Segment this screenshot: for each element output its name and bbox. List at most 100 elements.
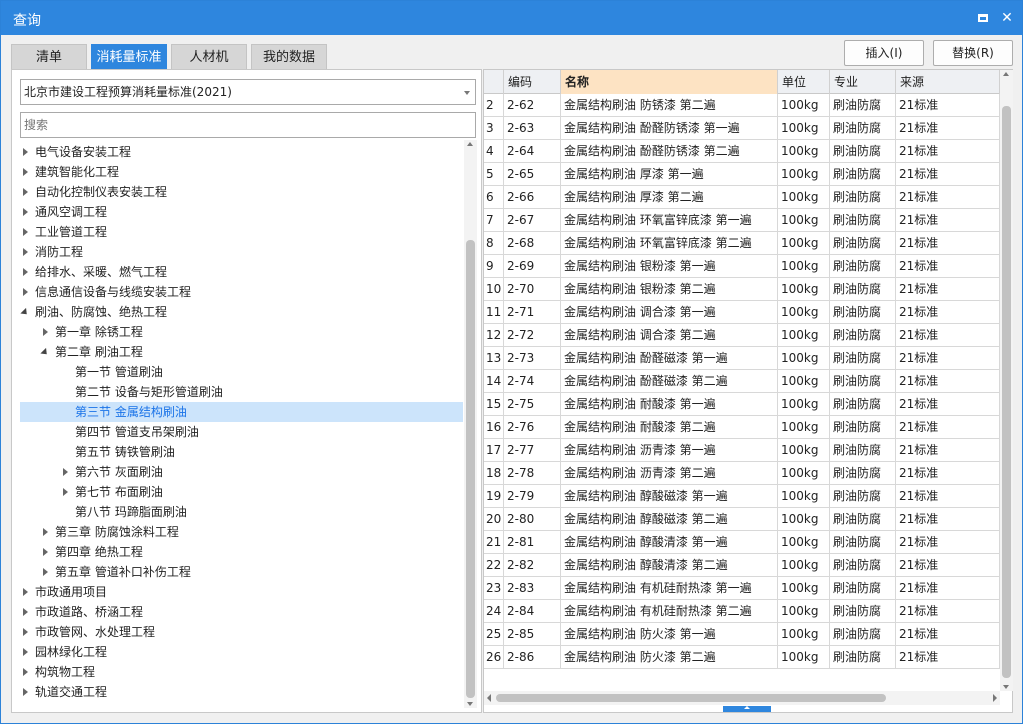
grid-vscroll-thumb[interactable] bbox=[1002, 106, 1011, 678]
table-row[interactable]: 16 2-76 金属结构刷油 耐酸漆 第二遍 100kg 刷油防腐 21标准 bbox=[484, 416, 1000, 439]
collapsed-arrow-icon[interactable] bbox=[21, 682, 31, 702]
table-row[interactable]: 8 2-68 金属结构刷油 环氧富锌底漆 第二遍 100kg 刷油防腐 21标准 bbox=[484, 232, 1000, 255]
tree-node[interactable]: 市政道路、桥涵工程 bbox=[20, 602, 463, 622]
table-row[interactable]: 15 2-75 金属结构刷油 耐酸漆 第一遍 100kg 刷油防腐 21标准 bbox=[484, 393, 1000, 416]
table-row[interactable]: 7 2-67 金属结构刷油 环氧富锌底漆 第一遍 100kg 刷油防腐 21标准 bbox=[484, 209, 1000, 232]
table-row[interactable]: 2 2-62 金属结构刷油 防锈漆 第二遍 100kg 刷油防腐 21标准 bbox=[484, 94, 1000, 117]
collapsed-arrow-icon[interactable] bbox=[41, 322, 51, 342]
tree-node[interactable]: 第七节 布面刷油 bbox=[20, 482, 463, 502]
tree-scrollbar[interactable] bbox=[464, 140, 477, 708]
table-row[interactable]: 23 2-83 金属结构刷油 有机硅耐热漆 第一遍 100kg 刷油防腐 21标准 bbox=[484, 577, 1000, 600]
tree-scroll-thumb[interactable] bbox=[466, 240, 475, 698]
panel-splitter-handle[interactable] bbox=[723, 706, 771, 712]
table-row[interactable]: 19 2-79 金属结构刷油 醇酸磁漆 第一遍 100kg 刷油防腐 21标准 bbox=[484, 485, 1000, 508]
replace-button[interactable]: 替换(R) bbox=[933, 40, 1013, 66]
tree-node[interactable]: 构筑物工程 bbox=[20, 662, 463, 682]
tree-node[interactable]: 园林绿化工程 bbox=[20, 642, 463, 662]
tree-node[interactable]: 信息通信设备与线缆安装工程 bbox=[20, 282, 463, 302]
tree-node[interactable]: 第六节 灰面刷油 bbox=[20, 462, 463, 482]
expanded-arrow-icon[interactable] bbox=[41, 342, 51, 362]
tree-node[interactable]: 市政管网、水处理工程 bbox=[20, 622, 463, 642]
collapsed-arrow-icon[interactable] bbox=[61, 462, 71, 482]
tree-node[interactable]: 市政通用项目 bbox=[20, 582, 463, 602]
collapsed-arrow-icon[interactable] bbox=[21, 202, 31, 222]
tree-node[interactable]: 轨道交通工程 bbox=[20, 682, 463, 702]
tree-node[interactable]: 第四章 绝热工程 bbox=[20, 542, 463, 562]
table-row[interactable]: 5 2-65 金属结构刷油 厚漆 第一遍 100kg 刷油防腐 21标准 bbox=[484, 163, 1000, 186]
tree-node[interactable]: 建筑智能化工程 bbox=[20, 162, 463, 182]
table-row[interactable]: 24 2-84 金属结构刷油 有机硅耐热漆 第二遍 100kg 刷油防腐 21标准 bbox=[484, 600, 1000, 623]
tab-consumption-standard[interactable]: 消耗量标准 bbox=[91, 44, 167, 70]
collapsed-arrow-icon[interactable] bbox=[21, 262, 31, 282]
grid-vertical-scrollbar[interactable] bbox=[1000, 70, 1013, 691]
title-bar[interactable]: 查询 ✕ bbox=[1, 1, 1022, 35]
collapsed-arrow-icon[interactable] bbox=[41, 522, 51, 542]
table-row[interactable]: 10 2-70 金属结构刷油 银粉漆 第二遍 100kg 刷油防腐 21标准 bbox=[484, 278, 1000, 301]
tree-node[interactable]: 第二章 刷油工程 bbox=[20, 342, 463, 362]
collapsed-arrow-icon[interactable] bbox=[21, 182, 31, 202]
collapsed-arrow-icon[interactable] bbox=[21, 642, 31, 662]
column-header[interactable]: 编码 bbox=[504, 70, 561, 94]
tab-my-data[interactable]: 我的数据 bbox=[251, 44, 327, 70]
tree-node[interactable]: 第五章 管道补口补伤工程 bbox=[20, 562, 463, 582]
search-input[interactable] bbox=[20, 112, 476, 138]
collapsed-arrow-icon[interactable] bbox=[21, 622, 31, 642]
tree-node[interactable]: 第三节 金属结构刷油 bbox=[20, 402, 463, 422]
tree-node[interactable]: 第四节 管道支吊架刷油 bbox=[20, 422, 463, 442]
table-row[interactable]: 9 2-69 金属结构刷油 银粉漆 第一遍 100kg 刷油防腐 21标准 bbox=[484, 255, 1000, 278]
tree-node[interactable]: 电气设备安装工程 bbox=[20, 142, 463, 162]
tree-node[interactable]: 自动化控制仪表安装工程 bbox=[20, 182, 463, 202]
tree-node[interactable]: 消防工程 bbox=[20, 242, 463, 262]
scroll-left-icon[interactable] bbox=[487, 694, 491, 702]
scroll-right-icon[interactable] bbox=[993, 694, 997, 702]
tree-node[interactable]: 刷油、防腐蚀、绝热工程 bbox=[20, 302, 463, 322]
collapsed-arrow-icon[interactable] bbox=[61, 482, 71, 502]
table-row[interactable]: 18 2-78 金属结构刷油 沥青漆 第二遍 100kg 刷油防腐 21标准 bbox=[484, 462, 1000, 485]
tree-node[interactable]: 第一节 管道刷油 bbox=[20, 362, 463, 382]
column-header[interactable]: 名称 bbox=[561, 70, 778, 94]
column-header[interactable] bbox=[484, 70, 504, 94]
table-row[interactable]: 12 2-72 金属结构刷油 调合漆 第二遍 100kg 刷油防腐 21标准 bbox=[484, 324, 1000, 347]
collapsed-arrow-icon[interactable] bbox=[41, 542, 51, 562]
table-row[interactable]: 22 2-82 金属结构刷油 醇酸清漆 第二遍 100kg 刷油防腐 21标准 bbox=[484, 554, 1000, 577]
collapsed-arrow-icon[interactable] bbox=[21, 662, 31, 682]
grid-hscroll-thumb[interactable] bbox=[496, 694, 886, 702]
standard-select[interactable]: 北京市建设工程预算消耗量标准(2021) bbox=[20, 79, 476, 105]
tree-node[interactable]: 第三章 防腐蚀涂料工程 bbox=[20, 522, 463, 542]
grid-horizontal-scrollbar[interactable] bbox=[484, 691, 1000, 705]
collapsed-arrow-icon[interactable] bbox=[21, 242, 31, 262]
table-row[interactable]: 11 2-71 金属结构刷油 调合漆 第一遍 100kg 刷油防腐 21标准 bbox=[484, 301, 1000, 324]
maximize-button[interactable] bbox=[973, 8, 993, 28]
tree-node[interactable]: 给排水、采暖、燃气工程 bbox=[20, 262, 463, 282]
tree-node[interactable]: 第五节 铸铁管刷油 bbox=[20, 442, 463, 462]
tree-node[interactable]: 第八节 玛蹄脂面刷油 bbox=[20, 502, 463, 522]
scroll-down-icon[interactable] bbox=[467, 702, 473, 706]
table-row[interactable]: 17 2-77 金属结构刷油 沥青漆 第一遍 100kg 刷油防腐 21标准 bbox=[484, 439, 1000, 462]
table-row[interactable]: 21 2-81 金属结构刷油 醇酸清漆 第一遍 100kg 刷油防腐 21标准 bbox=[484, 531, 1000, 554]
tree-node[interactable]: 第二节 设备与矩形管道刷油 bbox=[20, 382, 463, 402]
insert-button[interactable]: 插入(I) bbox=[844, 40, 924, 66]
close-icon[interactable]: ✕ bbox=[997, 8, 1017, 28]
scroll-up-icon[interactable] bbox=[1003, 72, 1009, 76]
expanded-arrow-icon[interactable] bbox=[21, 302, 31, 322]
collapsed-arrow-icon[interactable] bbox=[21, 582, 31, 602]
collapsed-arrow-icon[interactable] bbox=[21, 282, 31, 302]
collapsed-arrow-icon[interactable] bbox=[21, 162, 31, 182]
tab-list[interactable]: 清单 bbox=[11, 44, 87, 70]
tree-node[interactable]: 第一章 除锈工程 bbox=[20, 322, 463, 342]
table-row[interactable]: 25 2-85 金属结构刷油 防火漆 第一遍 100kg 刷油防腐 21标准 bbox=[484, 623, 1000, 646]
column-header[interactable]: 单位 bbox=[778, 70, 830, 94]
column-header[interactable]: 来源 bbox=[896, 70, 1000, 94]
collapsed-arrow-icon[interactable] bbox=[21, 222, 31, 242]
table-row[interactable]: 3 2-63 金属结构刷油 酚醛防锈漆 第一遍 100kg 刷油防腐 21标准 bbox=[484, 117, 1000, 140]
tab-labor-material-machine[interactable]: 人材机 bbox=[171, 44, 247, 70]
scroll-down-icon[interactable] bbox=[1003, 685, 1009, 689]
tree-node[interactable]: 工业管道工程 bbox=[20, 222, 463, 242]
collapsed-arrow-icon[interactable] bbox=[21, 602, 31, 622]
scroll-up-icon[interactable] bbox=[467, 142, 473, 146]
table-row[interactable]: 13 2-73 金属结构刷油 酚醛磁漆 第一遍 100kg 刷油防腐 21标准 bbox=[484, 347, 1000, 370]
table-row[interactable]: 26 2-86 金属结构刷油 防火漆 第二遍 100kg 刷油防腐 21标准 bbox=[484, 646, 1000, 669]
table-row[interactable]: 20 2-80 金属结构刷油 醇酸磁漆 第二遍 100kg 刷油防腐 21标准 bbox=[484, 508, 1000, 531]
table-row[interactable]: 4 2-64 金属结构刷油 酚醛防锈漆 第二遍 100kg 刷油防腐 21标准 bbox=[484, 140, 1000, 163]
column-header[interactable]: 专业 bbox=[830, 70, 896, 94]
